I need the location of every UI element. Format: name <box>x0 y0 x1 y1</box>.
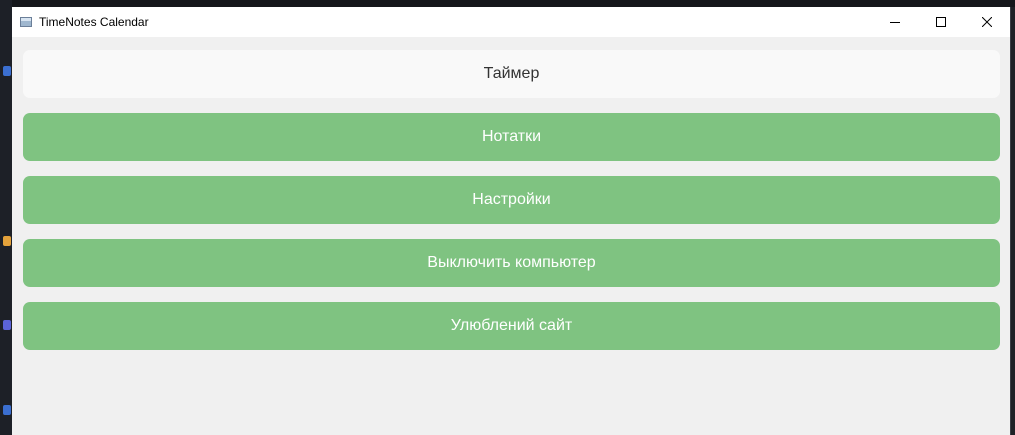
close-button[interactable] <box>964 7 1010 37</box>
desktop-shortcut-icon[interactable] <box>3 66 11 76</box>
desktop-shortcut-icon[interactable] <box>3 405 11 415</box>
settings-button[interactable]: Настройки <box>23 176 1000 224</box>
close-icon <box>982 17 992 27</box>
desktop-shortcut-icon[interactable] <box>3 236 11 246</box>
favorite-site-button[interactable]: Улюблений сайт <box>23 302 1000 350</box>
maximize-button[interactable] <box>918 7 964 37</box>
app-window: TimeNotes Calendar Таймер Нотатки Настро… <box>12 7 1011 435</box>
window-controls <box>872 7 1010 37</box>
shutdown-computer-button-label: Выключить компьютер <box>427 254 596 271</box>
desktop-background <box>0 0 12 435</box>
settings-button-label: Настройки <box>472 191 551 208</box>
timer-button[interactable]: Таймер <box>23 50 1000 98</box>
minimize-icon <box>890 22 900 23</box>
desktop-shortcut-icon[interactable] <box>3 320 11 330</box>
menu-panel: Таймер Нотатки Настройки Выключить компь… <box>12 37 1010 350</box>
minimize-button[interactable] <box>872 7 918 37</box>
desktop-top-edge <box>0 0 1015 7</box>
title-bar[interactable]: TimeNotes Calendar <box>12 7 1010 37</box>
maximize-icon <box>936 17 946 27</box>
timer-button-label: Таймер <box>483 65 540 82</box>
window-title: TimeNotes Calendar <box>39 15 149 29</box>
favorite-site-button-label: Улюблений сайт <box>450 317 573 334</box>
notes-button[interactable]: Нотатки <box>23 113 1000 161</box>
shutdown-computer-button[interactable]: Выключить компьютер <box>23 239 1000 287</box>
notes-button-label: Нотатки <box>481 128 542 145</box>
app-window-icon <box>20 17 32 27</box>
